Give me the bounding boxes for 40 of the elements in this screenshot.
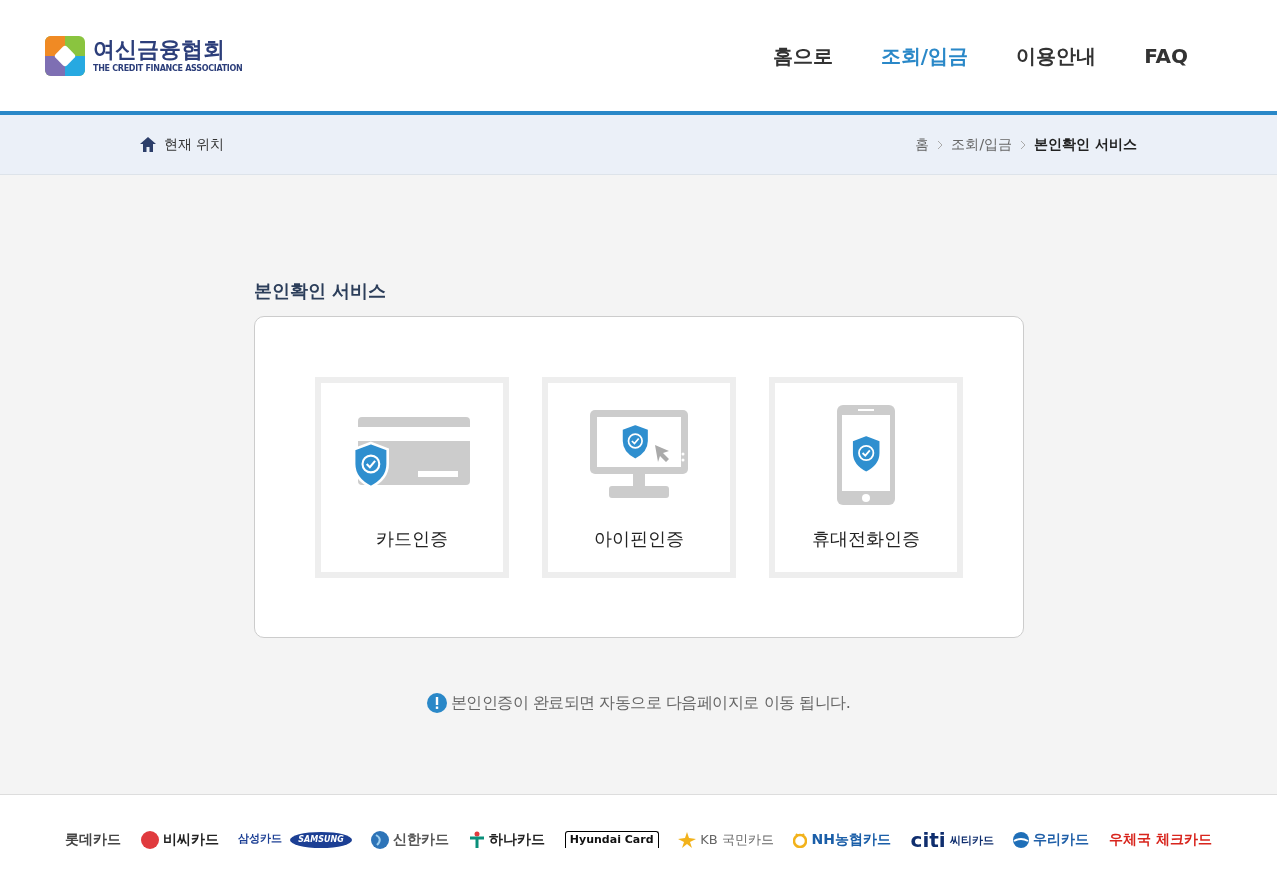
notice-text: 본인인증이 완료되면 자동으로 다음페이지로 이동 됩니다. xyxy=(450,692,851,714)
circle-logo-icon xyxy=(1013,831,1030,848)
breadcrumb-link[interactable]: 홈 xyxy=(915,134,930,155)
partner-logo-text: 우체국 체크카드 xyxy=(1109,830,1212,849)
logo-icon xyxy=(45,35,85,76)
phone-shield-icon xyxy=(835,404,896,505)
logo-name: 여신금융협회 xyxy=(93,35,226,64)
auth-method-button[interactable]: 휴대전화인증 xyxy=(768,376,963,578)
emblem-icon xyxy=(793,831,808,848)
breadcrumb-link[interactable]: 본인확인 서비스 xyxy=(1034,134,1137,155)
chevron-icon xyxy=(937,139,944,150)
location-label: 현재 위치 xyxy=(164,135,225,154)
partner-logo-text: citi xyxy=(910,829,946,850)
nav-tab[interactable]: 이용안내 xyxy=(1012,0,1101,115)
logo-subtitle: THE CREDIT FINANCE ASSOCIATION xyxy=(93,63,243,76)
partner-logo-text: Hyundai Card xyxy=(564,830,659,849)
auth-method-button[interactable]: 아이핀인증 xyxy=(541,376,736,578)
home-icon xyxy=(140,137,156,152)
circle-logo-icon xyxy=(140,830,159,849)
partner-logo-text: 신한카드 xyxy=(393,830,450,849)
partner-logo-text: 비씨카드 xyxy=(162,830,219,849)
partner-logo-text: NH농협카드 xyxy=(811,830,891,849)
partner-logo-text: 삼성카드 xyxy=(238,831,283,848)
partner-logo-text: KB 국민카드 xyxy=(700,830,774,849)
nav-tab[interactable]: 홈으로 xyxy=(768,0,837,115)
chevron-icon xyxy=(1020,139,1027,150)
auth-method-button[interactable]: 카드인증 xyxy=(314,376,509,578)
oval-badge: SAMSUNG xyxy=(290,831,352,848)
star-icon xyxy=(678,831,697,848)
exclamation-icon xyxy=(426,693,447,713)
figure-icon xyxy=(469,830,486,849)
partner-logo-text: 롯데카드 xyxy=(65,830,121,849)
section-title: 본인확인 서비스 xyxy=(253,279,387,303)
monitor-shield-icon xyxy=(588,409,689,500)
nav-tab[interactable]: FAQ xyxy=(1140,0,1192,115)
partner-logo-text: 씨티카드 xyxy=(949,833,994,849)
breadcrumb-link[interactable]: 조회/입금 xyxy=(951,134,1013,155)
partner-logo-text: 하나카드 xyxy=(489,830,546,849)
globe-icon xyxy=(371,830,390,849)
partner-logo-text: 우리카드 xyxy=(1033,830,1090,849)
